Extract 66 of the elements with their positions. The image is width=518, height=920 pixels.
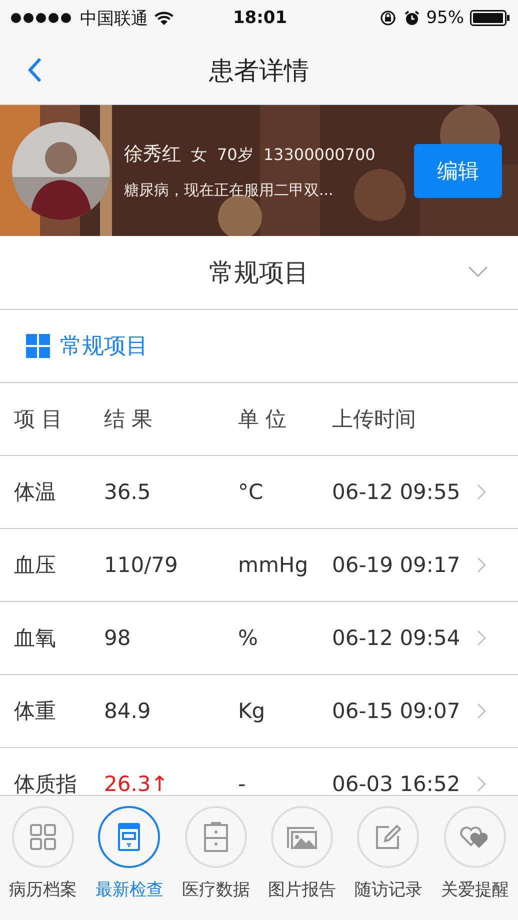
patient-note: 糖尿病，现在正在服用二甲双... (124, 181, 334, 200)
back-icon[interactable] (27, 57, 43, 83)
item-name: 体质指 (14, 771, 78, 795)
signal-icon (10, 12, 74, 24)
upload-time: 06-03 16:52 (332, 772, 460, 795)
item-name: 血氧 (14, 625, 57, 652)
section-select-label: 常规项目 (209, 257, 309, 289)
clock-time: 18:01 (232, 8, 288, 28)
edit-button[interactable]: 编辑 (414, 144, 502, 198)
cabinet-icon (204, 822, 228, 852)
result-row[interactable]: 体重 84.9 Kg 06-15 09:07 (0, 675, 518, 748)
result-value: 84.9 (104, 699, 152, 723)
column-header: 项 目 (14, 406, 64, 433)
unit: °C (238, 480, 264, 504)
column-header: 结 果 (104, 406, 154, 433)
column-header: 单 位 (238, 406, 288, 433)
result-row[interactable]: 血氧 98 % 06-12 09:54 (0, 602, 518, 675)
unit: mmHg (238, 553, 310, 577)
result-row[interactable]: 血压 110/79 mmHg 06-19 09:17 (0, 529, 518, 602)
battery-icon (470, 10, 510, 26)
result-value: 98 (104, 626, 132, 650)
battery-percent: 95% (426, 8, 464, 28)
section-select[interactable]: 常规项目 (0, 236, 518, 310)
unit: - (238, 772, 247, 795)
column-header: 上传时间 (332, 406, 416, 433)
carrier-name: 中国联通 (80, 8, 148, 30)
item-name: 血压 (14, 552, 57, 579)
upload-time: 06-15 09:07 (332, 699, 460, 723)
patient-age: 70岁 (217, 145, 254, 166)
patient-name: 徐秀红 (124, 142, 181, 167)
upload-time: 06-19 09:17 (332, 553, 460, 577)
chevron-icon (468, 266, 488, 278)
wifi-icon (154, 10, 174, 26)
result-row[interactable]: 体温 36.5 °C 06-12 09:55 (0, 456, 518, 529)
chevron-right-icon (477, 703, 486, 719)
upload-time: 06-12 09:55 (332, 480, 460, 504)
chevron-right-icon (477, 484, 486, 500)
item-name: 体重 (14, 698, 57, 725)
grid-icon (26, 334, 50, 358)
edit-icon (375, 824, 402, 850)
result-value: 36.5 (104, 480, 152, 504)
tab[interactable]: 医疗数据 (172, 806, 259, 901)
grid-icon (30, 824, 56, 850)
patient-phone: 13300000700 (263, 145, 376, 164)
category-title: 常规项目 (60, 333, 148, 361)
unit: % (238, 626, 259, 650)
chevron-right-icon (477, 630, 486, 646)
rotation-lock-icon (380, 10, 398, 26)
tab[interactable]: 随访记录 (345, 806, 432, 901)
item-name: 体温 (14, 479, 57, 506)
alarm-icon (404, 10, 420, 26)
tab[interactable]: 图片报告 (258, 806, 346, 901)
page-title: 患者详情 (209, 54, 309, 86)
result-value: 26.3↑ (104, 772, 170, 795)
tab[interactable]: 关爱提醒 (432, 806, 518, 901)
unit: Kg (238, 699, 266, 723)
image-icon (286, 824, 318, 850)
tab[interactable]: 最新检查 (86, 806, 173, 901)
chevron-right-icon (477, 557, 486, 573)
result-value: 110/79 (104, 553, 179, 577)
tab[interactable]: 病历档案 (0, 806, 86, 901)
patient-gender: 女 (191, 145, 207, 166)
device-icon (118, 823, 140, 851)
chevron-right-icon (477, 776, 486, 792)
upload-time: 06-12 09:54 (332, 626, 460, 650)
hearts-icon (460, 825, 490, 849)
